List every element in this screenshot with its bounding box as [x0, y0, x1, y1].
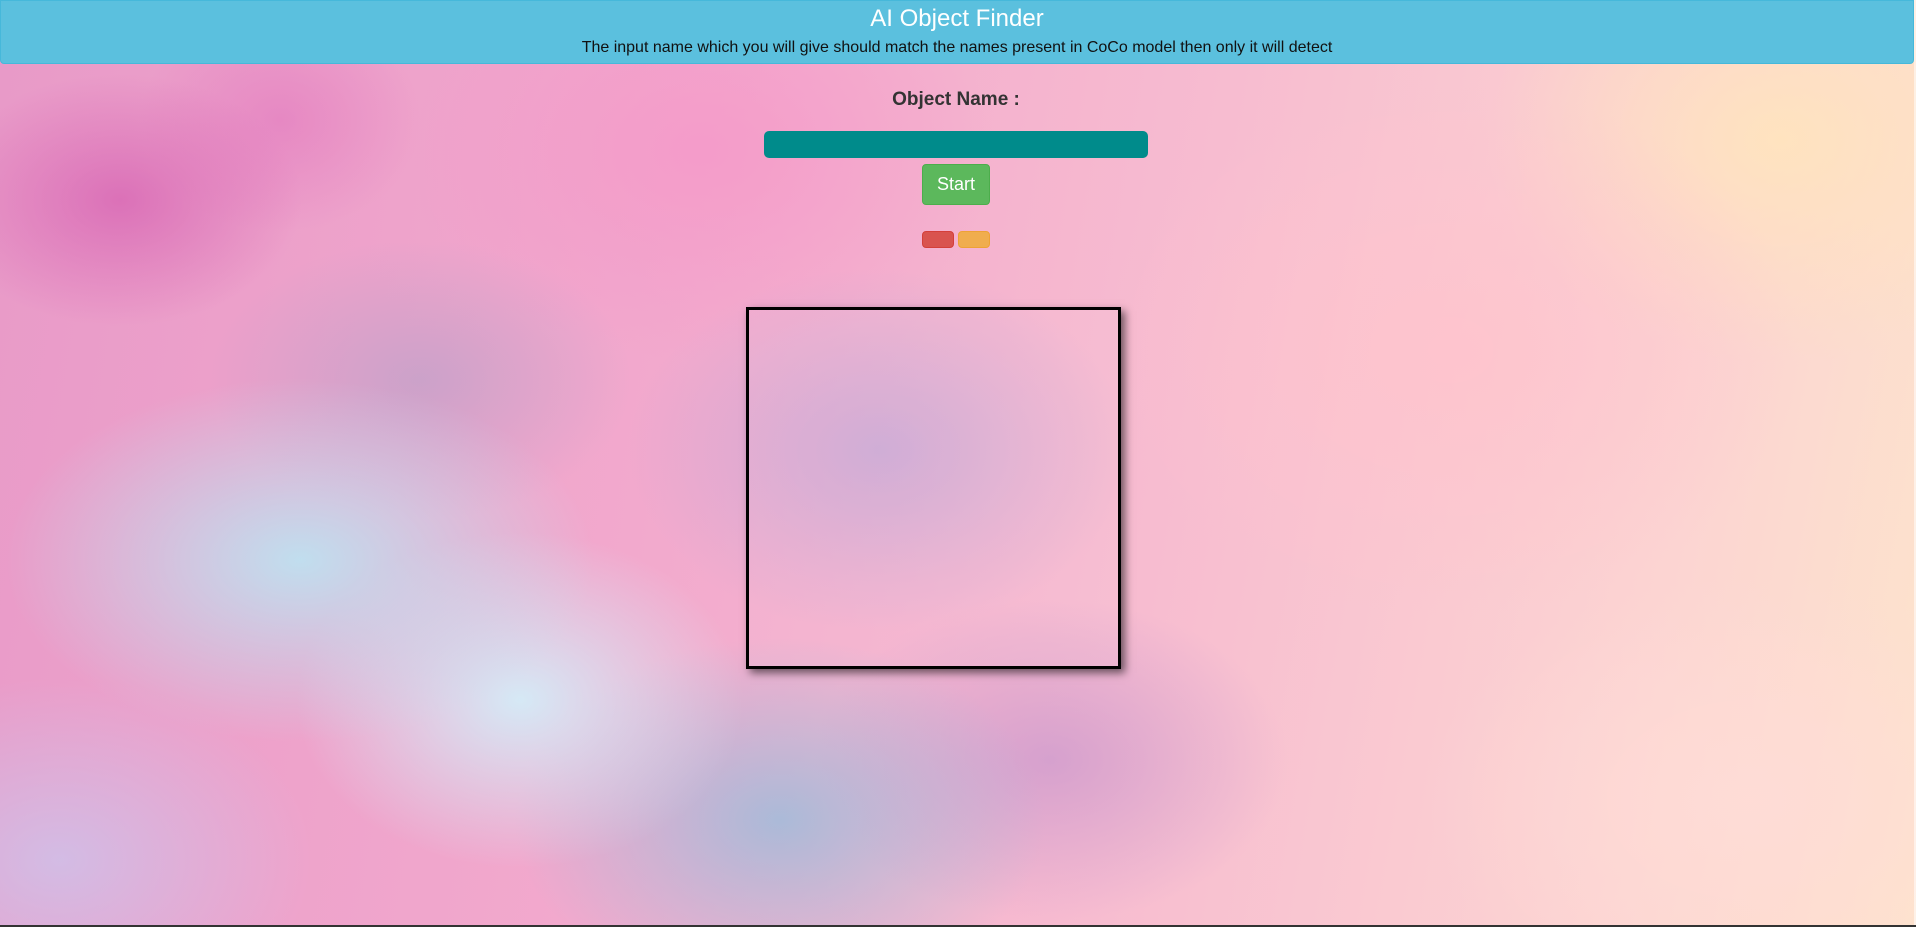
object-name-input[interactable]	[764, 131, 1148, 158]
pause-button[interactable]	[958, 231, 990, 248]
video-canvas	[746, 307, 1121, 669]
object-name-label: Object Name :	[892, 89, 1020, 110]
page-subtitle: The input name which you will give shoul…	[581, 39, 1333, 56]
stop-button[interactable]	[922, 231, 954, 248]
start-button[interactable]: Start	[922, 164, 990, 205]
app-header: AI Object Finder The input name which yo…	[0, 0, 1914, 64]
page-title: AI Object Finder	[870, 5, 1044, 32]
